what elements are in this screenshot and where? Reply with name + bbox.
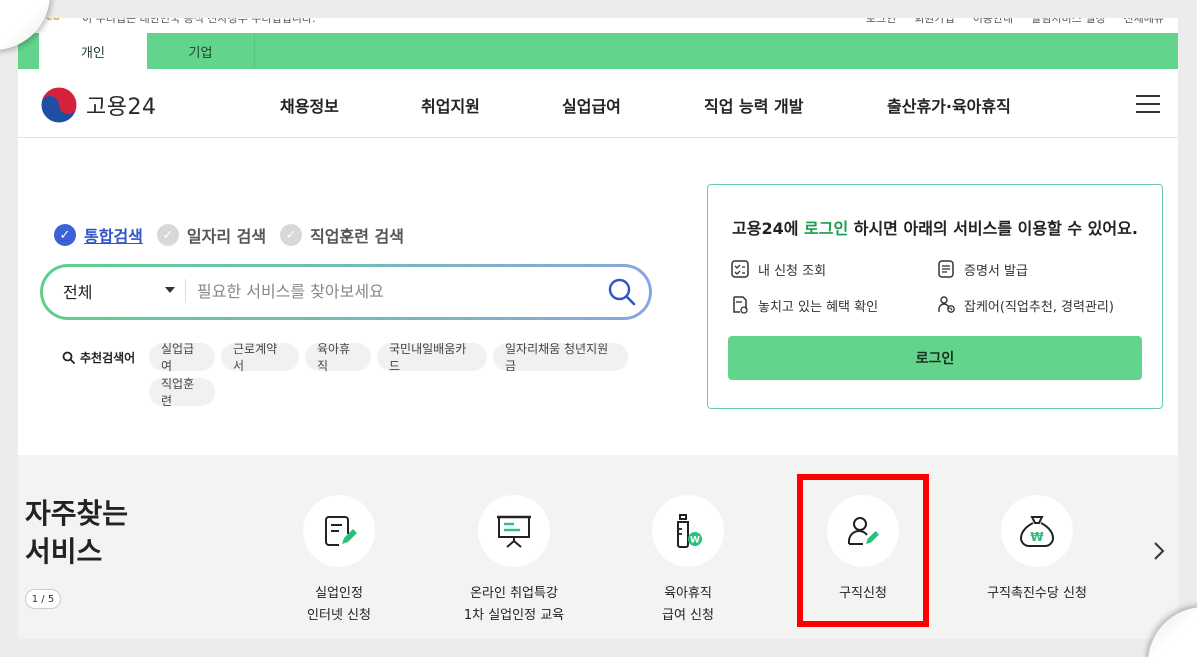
document-search-icon	[733, 296, 748, 314]
service-my-applications[interactable]: 내 신청 조회	[730, 259, 826, 279]
service-jobcare[interactable]: 잡케어(직업추천, 경력관리)	[936, 295, 1114, 315]
search-type-label: 직업훈련 검색	[310, 227, 404, 246]
checklist-icon	[731, 260, 749, 278]
utility-link-guide[interactable]: 이용안내	[973, 18, 1013, 26]
check-icon: ✓	[156, 224, 179, 246]
frequent-services-title: 자주찾는 서비스	[25, 497, 129, 568]
gov-notice: 이 누리집은 대한민국 공식 전자정부 누리집입니다.	[82, 18, 316, 25]
svg-text:W: W	[690, 536, 700, 546]
audience-tab-bar: 개인 기업	[18, 33, 1178, 69]
search-icon[interactable]	[607, 277, 637, 307]
nav-item-parental-leave[interactable]: 출산휴가·육아휴직	[887, 93, 1011, 117]
search-divider	[185, 279, 186, 303]
search-type-label: 일자리 검색	[186, 227, 267, 246]
service-job-seeking-allowance[interactable]: ₩ 구직촉진수당 신청	[952, 495, 1122, 605]
money-bag-icon: ₩	[1019, 516, 1055, 547]
menu-icon[interactable]	[1136, 95, 1160, 113]
baby-bottle-icon: W	[677, 514, 702, 548]
page-sheet: co 이 누리집은 대한민국 공식 전자정부 누리집입니다. 로그인 회원가입 …	[18, 18, 1178, 639]
search-box: 전체	[40, 264, 652, 320]
service-parental-leave-benefit[interactable]: W 육아휴직 급여 신청	[603, 495, 773, 627]
tab-corporate[interactable]: 기업	[147, 33, 255, 69]
service-unemployment-recognition[interactable]: 실업인정 인터넷 신청	[254, 495, 424, 627]
logo-text: 고용24	[86, 95, 157, 120]
chevron-right-icon[interactable]	[1152, 541, 1166, 561]
nav-item-employment-support[interactable]: 취업지원	[421, 93, 480, 117]
service-missed-benefits[interactable]: 놓치고 있는 혜택 확인	[730, 295, 878, 315]
utility-link-login[interactable]: 로그인	[866, 18, 896, 26]
caret-down-icon[interactable]	[165, 287, 175, 293]
highlight-box	[797, 474, 929, 627]
nav-item-vocational-training[interactable]: 직업 능력 개발	[704, 93, 803, 117]
utility-link-alerts[interactable]: 알림서비스 설정	[1031, 18, 1105, 26]
check-icon: ✓	[54, 224, 76, 246]
login-button[interactable]: 로그인	[728, 336, 1142, 380]
gov-mark: co	[46, 18, 60, 23]
utility-bar: co 이 누리집은 대한민국 공식 전자정부 누리집입니다. 로그인 회원가입 …	[18, 18, 1178, 26]
nav-item-unemployment-benefit[interactable]: 실업급여	[562, 93, 621, 117]
utility-links: 로그인 회원가입 이용안내 알림서비스 설정 전체메뉴	[866, 18, 1164, 26]
utility-link-allmenu[interactable]: 전체메뉴	[1124, 18, 1164, 26]
search-type-training[interactable]: ✓ 직업훈련 검색	[280, 223, 404, 247]
site-logo[interactable]: 고용24	[40, 86, 156, 124]
search-icon	[62, 351, 75, 364]
document-edit-icon	[325, 516, 357, 546]
presentation-board-icon	[497, 515, 531, 548]
frequent-services: 자주찾는 서비스 1 / 5 실업인정 인터넷 신청 온라인 취업특강 1차 실…	[18, 455, 1178, 639]
svg-text:₩: ₩	[1030, 530, 1044, 544]
search-scope-select[interactable]: 전체	[63, 279, 92, 303]
search-type-label: 통합검색	[84, 227, 143, 246]
printer-icon	[938, 260, 954, 278]
login-card-title: 고용24에 로그인 하시면 아래의 서비스를 이용할 수 있어요.	[732, 219, 1138, 238]
keyword-chip[interactable]: 근로계약서	[221, 342, 299, 373]
utility-link-signup[interactable]: 회원가입	[914, 18, 954, 26]
carousel-pager: 1 / 5	[25, 589, 61, 609]
keyword-chip[interactable]: 일자리채움 청년지원금	[493, 342, 628, 373]
site-header: 고용24 채용정보 취업지원 실업급여 직업 능력 개발 출산휴가·육아휴직	[18, 69, 1178, 138]
keyword-chip[interactable]: 국민내일배움카드	[377, 342, 487, 373]
search-input[interactable]	[197, 277, 577, 305]
service-certificate[interactable]: 증명서 발급	[936, 259, 1028, 279]
tab-personal[interactable]: 개인	[39, 33, 147, 69]
service-online-lecture[interactable]: 온라인 취업특강 1차 실업인정 교육	[429, 495, 599, 627]
search-type-jobs[interactable]: ✓ 일자리 검색	[156, 223, 267, 247]
search-type-group: ✓ 통합검색 ✓ 일자리 검색 ✓ 직업훈련 검색	[54, 223, 404, 247]
keyword-chip[interactable]: 직업훈련	[149, 377, 215, 408]
keyword-chip[interactable]: 육아휴직	[305, 342, 371, 373]
taegeuk-logo-icon	[40, 86, 78, 124]
nav-item-jobs[interactable]: 채용정보	[280, 93, 339, 117]
career-icon	[938, 296, 955, 313]
keyword-chip[interactable]: 실업급여	[149, 342, 215, 373]
check-icon: ✓	[280, 224, 303, 246]
login-card: 고용24에 로그인 하시면 아래의 서비스를 이용할 수 있어요. 내 신청 조…	[707, 184, 1163, 409]
search-type-integrated[interactable]: ✓ 통합검색	[54, 223, 143, 247]
recommended-keywords-label: 추천검색어	[62, 349, 135, 366]
